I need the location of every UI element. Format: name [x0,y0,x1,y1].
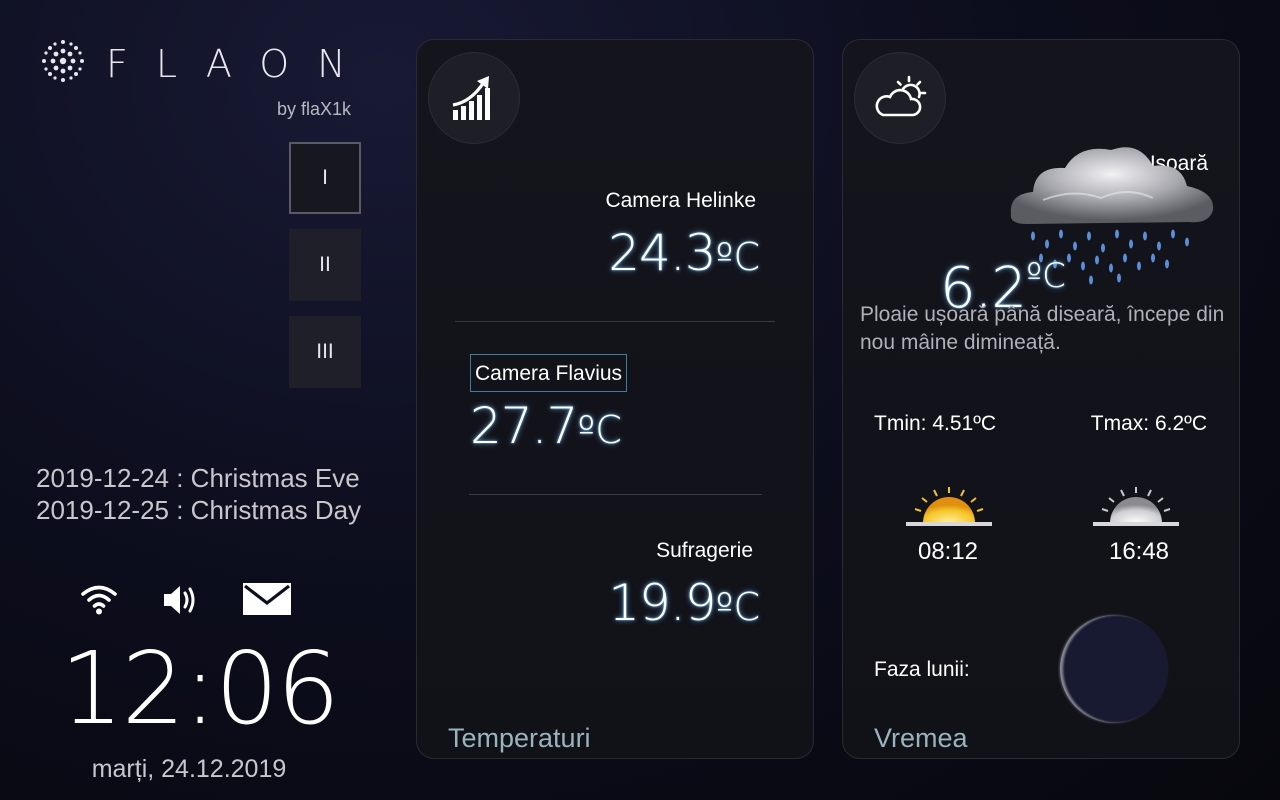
clock-time: 12:06 [60,630,340,747]
room-temp-value: 24.3 [608,224,716,282]
weather-description: Ploaie ușoară până diseară, începe din n… [860,303,1225,354]
trend-up-chart-icon[interactable] [428,52,520,144]
event-item: 2019-12-25 : Christmas Day [36,495,362,525]
room-temp-unit: ºC [715,585,760,629]
sunset-time: 16:48 [1108,538,1170,565]
flaon-logo-icon [42,40,84,82]
divider [455,321,775,322]
clock-date: marți, 24.12.2019 [91,755,287,783]
weather-card: Ploaie Ușoară 6.2ºC Ploa [842,39,1240,759]
sunrise-icon [906,487,992,526]
temperature-max: Tmax: 6.2ºC [1090,412,1207,435]
room-temp-value: 27.7 [470,397,578,455]
wifi-icon[interactable] [80,580,118,618]
card-title: Vremea [874,723,968,753]
events-list: 2019-12-24 : Christmas Eve 2019-12-25 : … [36,462,361,526]
speaker-icon[interactable] [160,580,200,620]
room-temp-unit: ºC [715,235,760,279]
sunrise-time: 08:12 [917,538,979,565]
page-button-2[interactable]: II [289,229,361,301]
moon-phase-icon [1060,615,1168,723]
room-name: Camera Helinke [605,189,756,212]
brand-logo: FLAON [38,36,358,92]
page-button-3[interactable]: III [289,316,361,388]
room-temp-unit: ºC [577,408,622,452]
mail-icon[interactable] [243,582,291,616]
temperature-min: Tmin: 4.51ºC [874,412,997,435]
sunset-icon [1093,487,1179,526]
room-temp-value: 19.9 [608,574,716,632]
room-temperature: 19.9ºC [608,574,760,632]
weather-temp-unit: ºC [1026,256,1066,296]
event-item: 2019-12-24 : Christmas Eve [36,463,360,493]
moon-phase-label: Faza lunii: [874,658,970,681]
temperatures-card: Camera Helinke 24.3ºC Camera Flavius 27.… [416,39,814,759]
room-name: Sufragerie [656,539,753,562]
divider [469,494,762,495]
card-title: Temperaturi [448,723,591,753]
room-temperature: 24.3ºC [608,224,760,282]
brand-byline: by flaX1k [277,99,352,119]
brand-name: FLAON [106,42,374,86]
room-temperature: 27.7ºC [470,397,622,455]
page-button-1[interactable]: I [289,142,361,214]
room-name[interactable]: Camera Flavius [470,354,628,392]
partly-cloudy-icon[interactable] [854,52,946,144]
